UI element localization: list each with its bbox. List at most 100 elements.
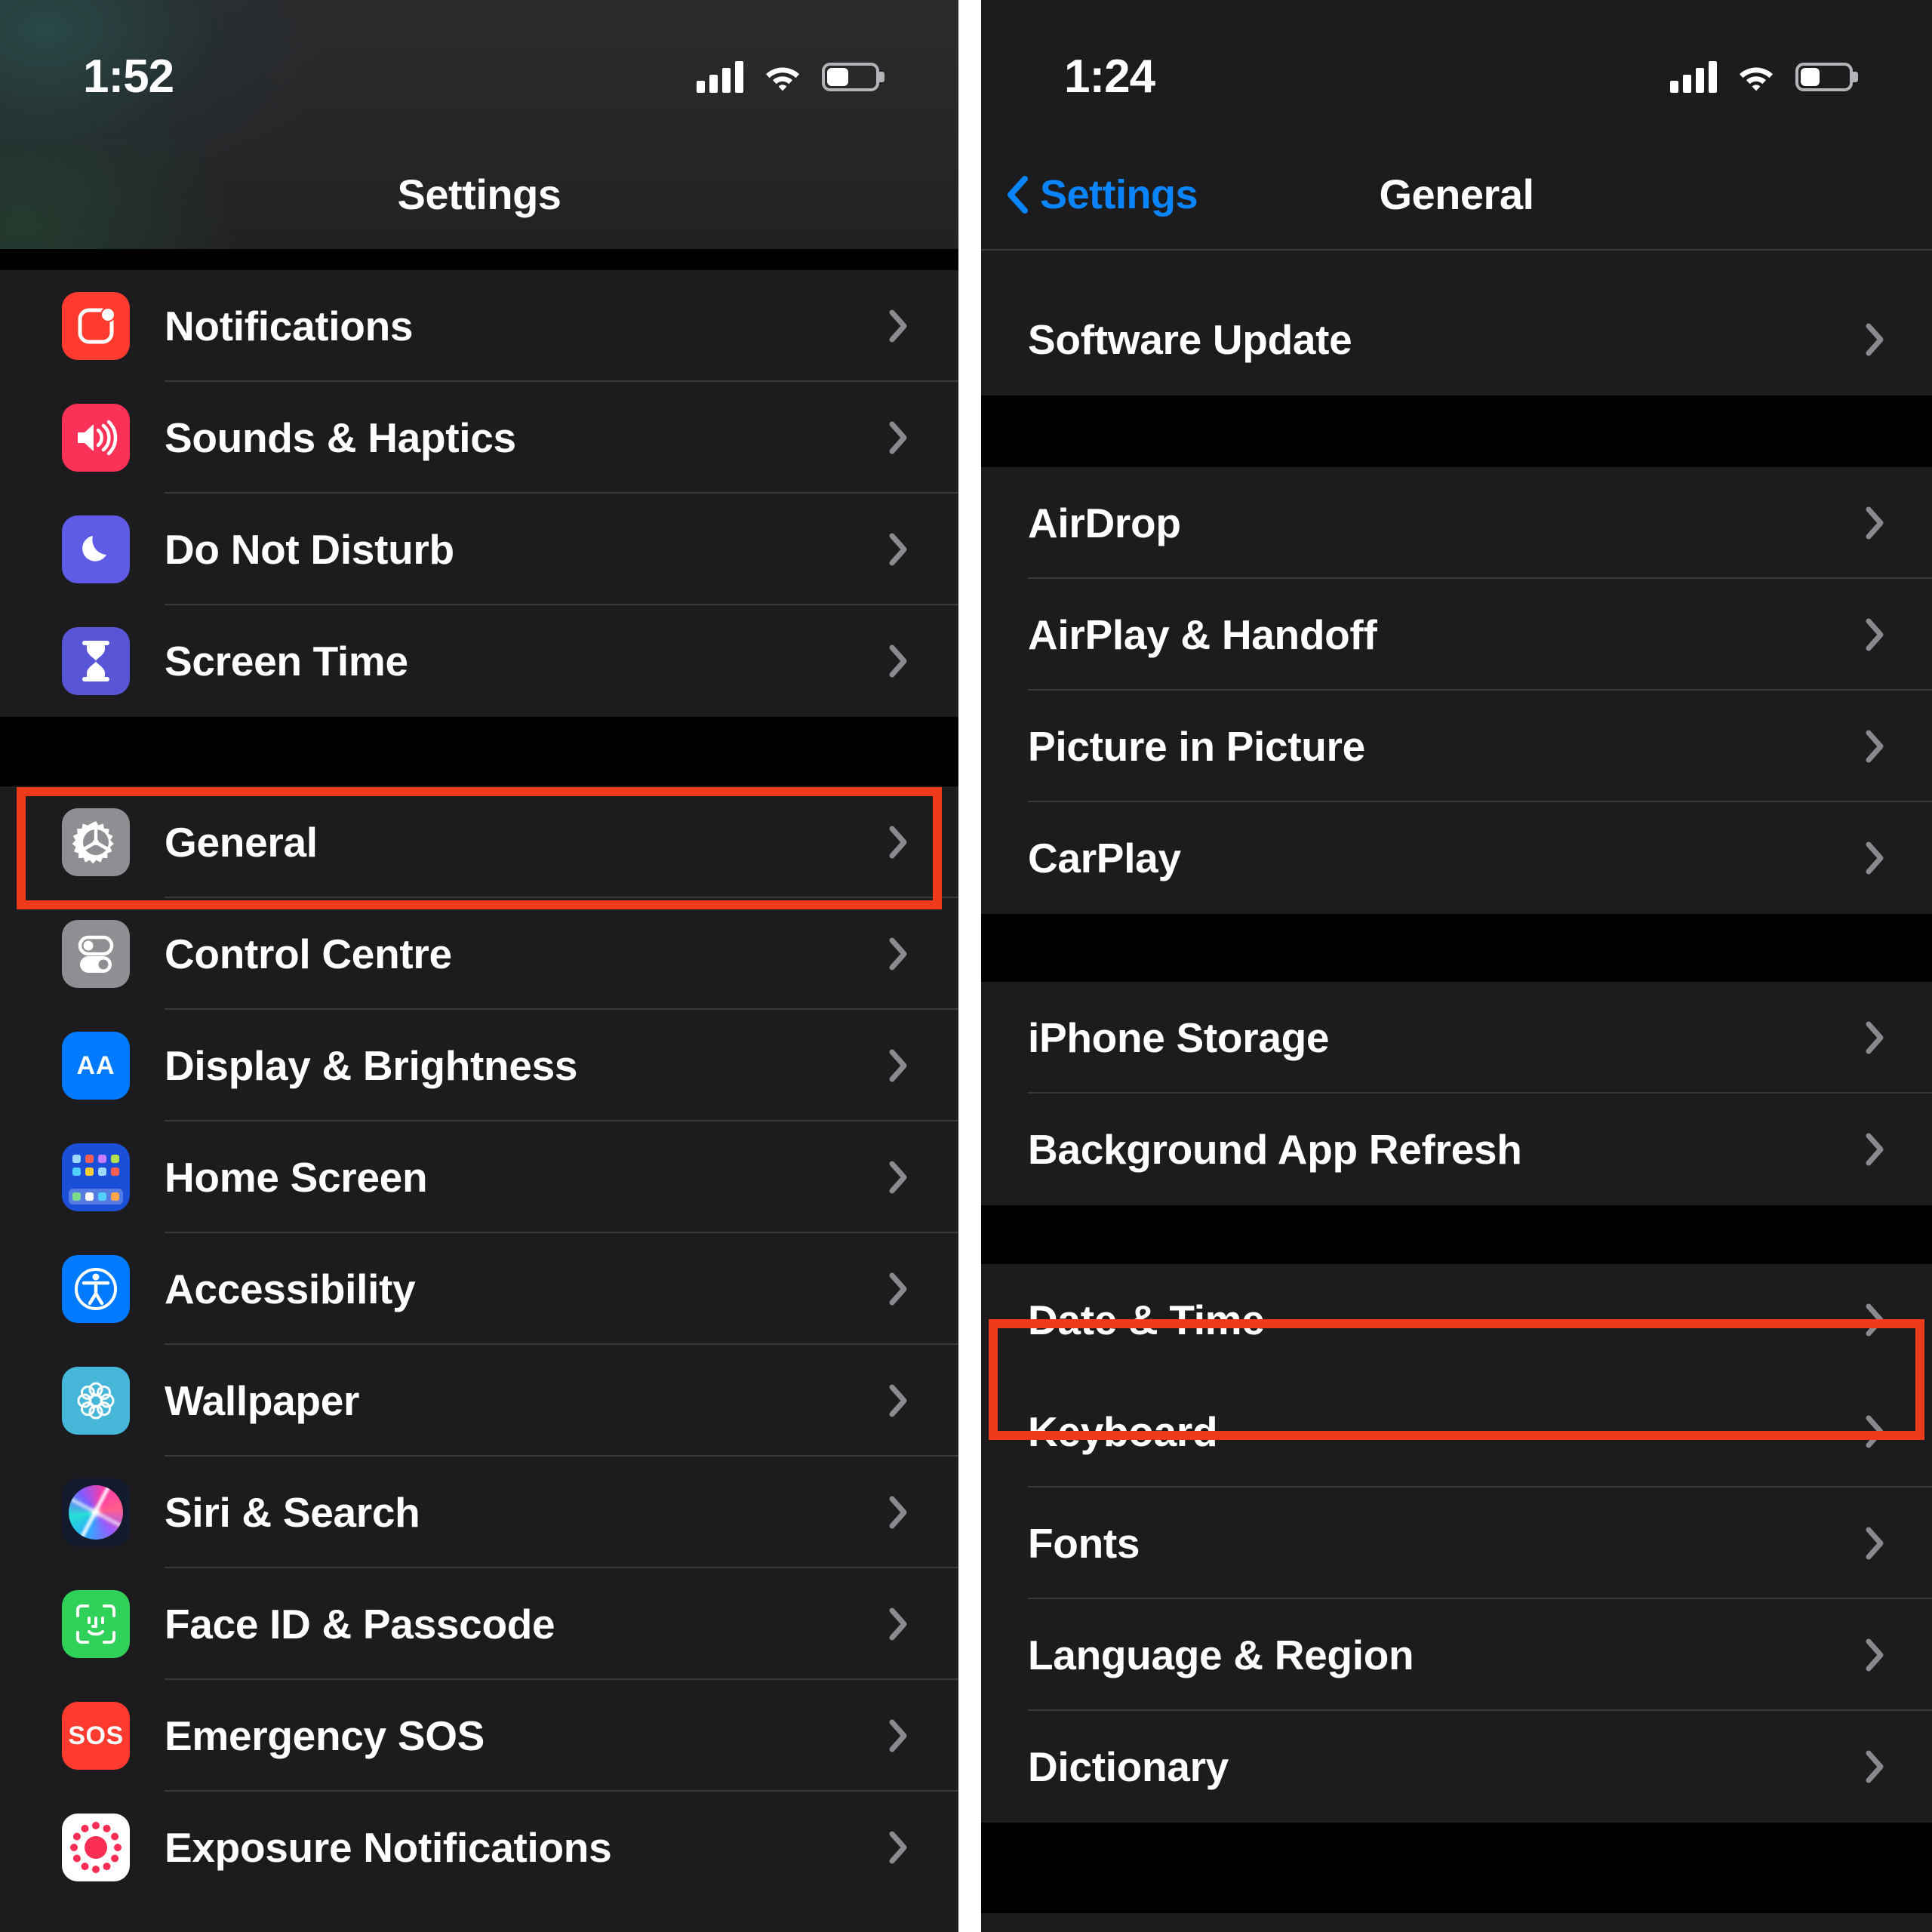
list-item-airplay-handoff[interactable]: AirPlay & Handoff [981, 579, 1932, 691]
battery-icon [822, 62, 879, 91]
list-item-keyboard[interactable]: Keyboard [981, 1376, 1932, 1487]
sidebar-item-do-not-disturb[interactable]: Do Not Disturb [0, 494, 958, 605]
chevron-right-icon [1866, 506, 1884, 540]
chevron-right-icon [1866, 1303, 1884, 1337]
list-item-label: Date & Time [1028, 1297, 1265, 1343]
wifi-icon [763, 62, 802, 92]
sidebar-item-label: Do Not Disturb [165, 526, 454, 573]
sidebar-item-wallpaper[interactable]: Wallpaper [0, 1345, 958, 1457]
general-section-2: AirDrop AirPlay & Handoff Picture in Pic… [981, 467, 1932, 914]
back-button[interactable]: Settings [1004, 171, 1198, 218]
list-item-fonts[interactable]: Fonts [981, 1487, 1932, 1599]
list-item-label: AirPlay & Handoff [1028, 611, 1377, 658]
list-item-carplay[interactable]: CarPlay [981, 802, 1932, 914]
list-item-label: Dictionary [1028, 1743, 1229, 1790]
chevron-right-icon [889, 1831, 907, 1864]
general-section-3: iPhone Storage Background App Refresh [981, 982, 1932, 1205]
panel-gap [958, 0, 981, 1932]
chevron-right-icon [889, 421, 907, 454]
sidebar-item-label: Home Screen [165, 1154, 428, 1201]
list-item-label: Fonts [1028, 1520, 1140, 1567]
chevron-right-icon [889, 1607, 907, 1641]
sidebar-item-screen-time[interactable]: Screen Time [0, 605, 958, 717]
chevron-right-icon [889, 645, 907, 678]
page-title: General [1379, 171, 1534, 218]
chevron-right-icon [1866, 841, 1884, 875]
status-indicators [1670, 48, 1853, 93]
settings-section-2: General Control Centre AA Display & Brig… [0, 786, 958, 1903]
list-item-label: Picture in Picture [1028, 723, 1365, 770]
general-list: Software Update AirDrop AirPlay & Handof… [981, 251, 1932, 1913]
chevron-right-icon [889, 1049, 907, 1082]
status-bar: 1:52 [0, 0, 958, 140]
list-item-iphone-storage[interactable]: iPhone Storage [981, 982, 1932, 1094]
settings-section-1: Notifications Sounds & Haptics Do Not Di… [0, 270, 958, 717]
chevron-right-icon [889, 1384, 907, 1417]
list-item-picture-in-picture[interactable]: Picture in Picture [981, 691, 1932, 802]
sidebar-item-display-brightness[interactable]: AA Display & Brightness [0, 1010, 958, 1121]
sidebar-item-label: Accessibility [165, 1266, 416, 1312]
list-item-dictionary[interactable]: Dictionary [981, 1711, 1932, 1823]
settings-list: Notifications Sounds & Haptics Do Not Di… [0, 249, 958, 1903]
screenshot-stage: 1:52 Settings Notifications Sounds & Hap… [0, 0, 1932, 1932]
sidebar-item-home-screen[interactable]: Home Screen [0, 1121, 958, 1233]
sidebar-item-label: Face ID & Passcode [165, 1601, 555, 1647]
status-indicators [697, 48, 879, 93]
section-gap [981, 914, 1932, 982]
section-gap [981, 395, 1932, 467]
status-time: 1:52 [83, 51, 174, 103]
sos-icon: SOS [62, 1702, 130, 1770]
sidebar-item-label: Exposure Notifications [165, 1824, 612, 1871]
sidebar-item-exposure-notifications[interactable]: Exposure Notifications [0, 1792, 958, 1903]
settings-screen: 1:52 Settings Notifications Sounds & Hap… [0, 0, 958, 1932]
sidebar-item-label: Screen Time [165, 638, 408, 685]
chevron-right-icon [889, 826, 907, 859]
sidebar-item-notifications[interactable]: Notifications [0, 270, 958, 382]
app-grid-icon [62, 1143, 130, 1211]
sidebar-item-label: General [165, 819, 318, 866]
chevron-right-icon [889, 1272, 907, 1306]
sidebar-item-emergency-sos[interactable]: SOS Emergency SOS [0, 1680, 958, 1792]
list-item-background-app-refresh[interactable]: Background App Refresh [981, 1094, 1932, 1205]
chevron-right-icon [889, 1719, 907, 1752]
chevron-right-icon [1866, 1527, 1884, 1560]
sidebar-item-siri-search[interactable]: Siri & Search [0, 1457, 958, 1568]
aa-text-icon: AA [62, 1032, 130, 1100]
sidebar-item-label: Display & Brightness [165, 1042, 578, 1089]
sidebar-item-label: Emergency SOS [165, 1712, 485, 1759]
sidebar-item-general[interactable]: General [0, 786, 958, 898]
notifications-icon [62, 292, 130, 360]
chevron-left-icon [1008, 175, 1028, 214]
chevron-right-icon [1866, 323, 1884, 356]
cellular-bars-icon [1670, 60, 1717, 93]
accessibility-icon [62, 1255, 130, 1323]
sidebar-item-label: Notifications [165, 303, 414, 349]
chevron-right-icon [889, 1161, 907, 1194]
list-item-label: Language & Region [1028, 1632, 1414, 1678]
hourglass-icon [62, 627, 130, 695]
chevron-right-icon [1866, 1750, 1884, 1783]
siri-orb-icon [62, 1478, 130, 1546]
chevron-right-icon [889, 937, 907, 971]
list-item-date-time[interactable]: Date & Time [981, 1264, 1932, 1376]
sidebar-item-label: Sounds & Haptics [165, 414, 516, 461]
chevron-right-icon [889, 533, 907, 566]
list-item-label: Background App Refresh [1028, 1126, 1522, 1173]
flower-icon [62, 1367, 130, 1435]
sidebar-item-sounds-haptics[interactable]: Sounds & Haptics [0, 382, 958, 494]
list-item-airdrop[interactable]: AirDrop [981, 467, 1932, 579]
sidebar-item-accessibility[interactable]: Accessibility [0, 1233, 958, 1345]
list-item-label: iPhone Storage [1028, 1014, 1330, 1061]
status-time: 1:24 [1064, 51, 1155, 103]
list-item-label: CarPlay [1028, 835, 1181, 881]
status-bar: 1:24 [981, 0, 1932, 140]
speaker-icon [62, 404, 130, 472]
sidebar-item-control-centre[interactable]: Control Centre [0, 898, 958, 1010]
chevron-right-icon [1866, 1021, 1884, 1054]
chevron-right-icon [1866, 1415, 1884, 1448]
sidebar-item-face-id-passcode[interactable]: Face ID & Passcode [0, 1568, 958, 1680]
general-section-4: Date & Time Keyboard Fonts Language & Re… [981, 1264, 1932, 1823]
list-item-software-update[interactable]: Software Update [981, 284, 1932, 395]
list-item-language-region[interactable]: Language & Region [981, 1599, 1932, 1711]
chevron-right-icon [1866, 1638, 1884, 1672]
